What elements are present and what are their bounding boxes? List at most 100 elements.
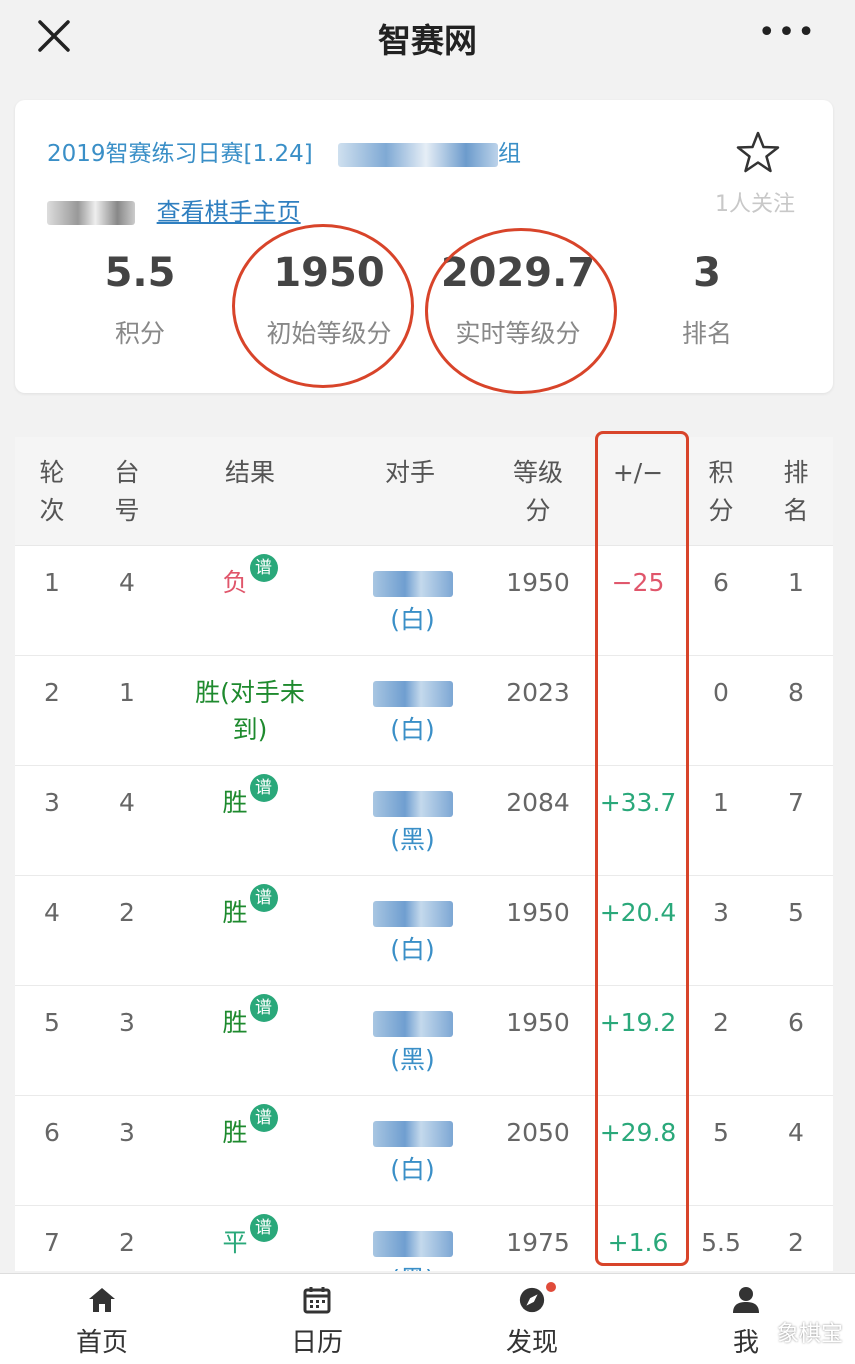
cell-opponent[interactable]: (黑) bbox=[355, 1224, 470, 1271]
nav-calendar[interactable]: 日历 bbox=[247, 1286, 387, 1359]
cell-points: 6 bbox=[713, 568, 729, 597]
cell-rank: 7 bbox=[788, 788, 804, 817]
table-row[interactable]: 2 1 胜(对手未到) (白) 2023 0 8 bbox=[15, 656, 833, 766]
cell-rating: 1950 bbox=[506, 1008, 570, 1037]
highlight-circle-initial bbox=[232, 224, 414, 388]
player-row: 查看棋手主页 bbox=[47, 192, 301, 227]
cell-result: 平谱 bbox=[180, 1214, 320, 1261]
redacted-opponent-name bbox=[372, 1121, 453, 1147]
star-icon[interactable] bbox=[735, 130, 781, 176]
opponent-color: (黑) bbox=[390, 1265, 435, 1271]
cell-rank: 5 bbox=[788, 898, 804, 927]
result-text: 胜(对手未到) bbox=[195, 678, 305, 744]
redacted-opponent-name bbox=[372, 901, 453, 927]
table-row[interactable]: 3 4 胜谱 (黑) 2084 +33.7 1 7 bbox=[15, 766, 833, 876]
result-text: 胜 bbox=[222, 1008, 248, 1037]
record-badge-icon[interactable]: 谱 bbox=[249, 1104, 278, 1132]
cell-points: 2 bbox=[713, 1008, 729, 1037]
cell-points: 5 bbox=[713, 1118, 729, 1147]
cell-rank: 1 bbox=[788, 568, 804, 597]
home-icon bbox=[89, 1288, 115, 1312]
bottom-nav: 首页 日历 发现 我 bbox=[0, 1273, 855, 1364]
record-badge-icon[interactable]: 谱 bbox=[249, 1214, 278, 1242]
cell-rank: 2 bbox=[788, 1228, 804, 1257]
cell-board: 2 bbox=[119, 898, 135, 927]
cell-opponent[interactable]: (白) bbox=[355, 674, 470, 748]
cell-opponent[interactable]: (黑) bbox=[355, 784, 470, 858]
record-badge-icon[interactable]: 谱 bbox=[249, 774, 278, 802]
compass-icon bbox=[519, 1287, 545, 1313]
cell-result: 胜谱 bbox=[180, 774, 320, 821]
cell-opponent[interactable]: (黑) bbox=[355, 1004, 470, 1078]
col-result: 结果 bbox=[224, 458, 275, 487]
table-row[interactable]: 72平谱(黑)1975+1.65.52 bbox=[15, 1206, 833, 1271]
redacted-opponent-name bbox=[372, 1011, 453, 1037]
player-homepage-link[interactable]: 查看棋手主页 bbox=[157, 198, 301, 226]
cell-rank: 4 bbox=[788, 1118, 804, 1147]
record-badge-icon[interactable]: 谱 bbox=[249, 884, 278, 912]
cell-rating: 1950 bbox=[506, 568, 570, 597]
record-badge-icon[interactable]: 谱 bbox=[249, 994, 278, 1022]
cell-round: 5 bbox=[44, 1008, 60, 1037]
cell-points: 5.5 bbox=[701, 1228, 741, 1257]
top-bar: 智赛网 ••• bbox=[0, 0, 855, 70]
redacted-player-name bbox=[47, 201, 135, 225]
more-icon[interactable]: ••• bbox=[758, 18, 817, 48]
cell-rank: 8 bbox=[788, 678, 804, 707]
result-text: 胜 bbox=[222, 1118, 248, 1147]
cell-round: 7 bbox=[44, 1228, 60, 1257]
notification-dot bbox=[546, 1282, 556, 1292]
cell-rank: 6 bbox=[788, 1008, 804, 1037]
table-header: 轮 次 台 号 结果 对手 等级 分 +/− 积 分 排 名 bbox=[15, 437, 833, 546]
col-board: 台 号 bbox=[114, 458, 140, 525]
cell-round: 2 bbox=[44, 678, 60, 707]
stat-label: 积分 bbox=[114, 319, 165, 348]
result-text: 胜 bbox=[222, 898, 248, 927]
table-row[interactable]: 5 3 胜谱 (黑) 1950 +19.2 2 6 bbox=[15, 986, 833, 1096]
stat-rank: 3 排名 bbox=[612, 250, 802, 350]
cell-opponent[interactable]: (白) bbox=[355, 1114, 470, 1188]
redacted-opponent-name bbox=[372, 1231, 453, 1257]
highlight-box-delta bbox=[595, 431, 689, 1266]
event-name: 2019智赛练习日赛[1.24] bbox=[47, 141, 313, 167]
result-text: 负 bbox=[222, 568, 248, 597]
cell-round: 6 bbox=[44, 1118, 60, 1147]
opponent-color: (白) bbox=[390, 715, 435, 744]
table-row[interactable]: 1 4 负谱 (白) 1950 −25 6 1 bbox=[15, 546, 833, 656]
calendar-icon bbox=[303, 1287, 331, 1314]
cell-rating: 1950 bbox=[506, 898, 570, 927]
page-title: 智赛网 bbox=[378, 21, 477, 60]
table-row[interactable]: 4 2 胜谱 (白) 1950 +20.4 3 5 bbox=[15, 876, 833, 986]
col-rating: 等级 分 bbox=[512, 458, 563, 525]
watermark: 象棋宝 bbox=[776, 1322, 843, 1347]
result-text: 平 bbox=[222, 1228, 248, 1257]
redacted-opponent-name bbox=[372, 681, 453, 707]
cell-opponent[interactable]: (白) bbox=[355, 894, 470, 968]
stat-value: 3 bbox=[693, 250, 721, 296]
cell-result: 负谱 bbox=[180, 554, 320, 601]
opponent-color: (白) bbox=[390, 605, 435, 634]
redacted-opponent-name bbox=[372, 791, 453, 817]
record-badge-icon[interactable]: 谱 bbox=[249, 554, 278, 582]
nav-label: 发现 bbox=[505, 1328, 558, 1358]
stat-value: 5.5 bbox=[104, 250, 176, 296]
cell-board: 3 bbox=[119, 1008, 135, 1037]
table-row[interactable]: 6 3 胜谱 (白) 2050 +29.8 5 4 bbox=[15, 1096, 833, 1206]
cell-board: 4 bbox=[119, 568, 135, 597]
opponent-color: (白) bbox=[390, 1155, 435, 1184]
cell-opponent[interactable]: (白) bbox=[355, 564, 470, 638]
nav-label: 首页 bbox=[75, 1328, 128, 1358]
nav-discover[interactable]: 发现 bbox=[462, 1286, 602, 1359]
redacted-opponent-name bbox=[372, 571, 453, 597]
cell-result: 胜谱 bbox=[180, 884, 320, 931]
result-text: 胜 bbox=[222, 788, 248, 817]
col-opponent: 对手 bbox=[384, 458, 435, 487]
opponent-color: (白) bbox=[390, 935, 435, 964]
cell-board: 2 bbox=[119, 1228, 135, 1257]
redacted-group bbox=[338, 142, 499, 167]
cell-result: 胜谱 bbox=[180, 994, 320, 1041]
highlight-circle-live bbox=[425, 228, 617, 394]
event-title[interactable]: 2019智赛练习日赛[1.24] 组 bbox=[47, 134, 521, 168]
col-points: 积 分 bbox=[708, 458, 734, 525]
nav-home[interactable]: 首页 bbox=[32, 1286, 172, 1359]
